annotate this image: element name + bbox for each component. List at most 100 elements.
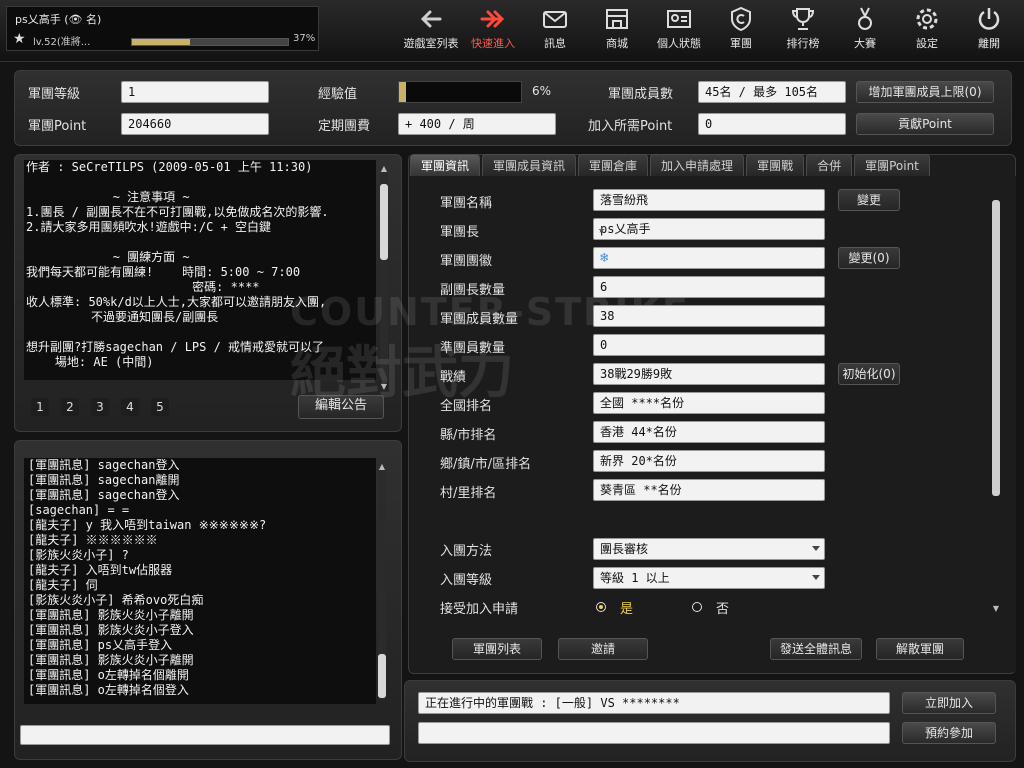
notice-page-3[interactable]: 3 xyxy=(91,398,109,416)
tab-join-requests[interactable]: 加入申請處理 xyxy=(650,154,745,176)
village-rank-field: 葵青區 **名份 xyxy=(593,479,825,501)
notice-line: ~ 注意事項 ~ xyxy=(26,190,190,204)
nav-exit[interactable]: 離開 xyxy=(958,0,1020,62)
chat-line: [sagechan] = = xyxy=(28,503,130,517)
clan-level-label: 軍團等級 xyxy=(28,87,81,102)
clan-leader-name: ps乂高手 xyxy=(600,222,651,236)
chat-log: [軍團訊息] sagechan登入 [軍團訊息] sagechan離開 [軍團訊息]… xyxy=(24,458,376,704)
accept-no-radio[interactable] xyxy=(692,602,702,612)
snowflake-icon: ❄ xyxy=(600,250,609,266)
vice-leader-count-label: 副團長數量 xyxy=(440,283,506,298)
join-method-select[interactable]: 團長審核 xyxy=(593,538,825,560)
join-level-label: 入團等級 xyxy=(440,573,493,588)
national-rank-field: 全國 ****名份 xyxy=(593,392,825,414)
disband-clan-button[interactable]: 解散軍團 xyxy=(876,638,964,660)
player-name: ps乂高手 (👁 名) xyxy=(15,13,102,26)
nav-tournament[interactable]: 大賽 xyxy=(834,0,896,62)
nav-label: 商城 xyxy=(606,37,628,50)
notice-page-5[interactable]: 5 xyxy=(151,398,169,416)
clan-exp-label: 經驗值 xyxy=(318,87,358,102)
mail-icon xyxy=(541,5,569,33)
reset-record-button[interactable]: 初始化(0) xyxy=(838,363,900,385)
nav-room-list[interactable]: 遊戲室列表 xyxy=(400,0,462,62)
player-level: lv.52(准將... xyxy=(33,37,91,48)
tab-clan-point[interactable]: 軍團Point xyxy=(854,154,930,176)
increase-member-limit-button[interactable]: 增加軍團成員上限(0) xyxy=(856,81,994,103)
contribute-point-button[interactable]: 貢獻Point xyxy=(856,113,994,135)
notice-line: 1.團長 / 副團長不在不可打團戰,以免做成名次的影響. xyxy=(26,205,329,219)
chat-input[interactable] xyxy=(20,725,390,745)
chat-line: [影族火炎小子] ? xyxy=(28,548,129,562)
notice-line: 2.請大家多用團頻吹水!遊戲中:/C + 空白鍵 xyxy=(26,220,272,234)
player-xp-percent: 37% xyxy=(293,33,316,44)
chevron-down-icon xyxy=(812,546,820,551)
tab-member-info[interactable]: 軍團成員資訊 xyxy=(482,154,577,176)
info-scroll-thumb[interactable] xyxy=(992,200,1000,496)
trainee-count-field: 0 xyxy=(593,334,825,356)
tab-merge[interactable]: 合併 xyxy=(806,154,853,176)
tab-clan-war[interactable]: 軍團戰 xyxy=(746,154,805,176)
nav-settings[interactable]: 設定 xyxy=(896,0,958,62)
district-rank-field: 新界 20*名份 xyxy=(593,450,825,472)
chat-scrollbar[interactable] xyxy=(378,470,386,700)
reserve-join-button[interactable]: 預約參加 xyxy=(902,722,996,744)
accept-no-label: 否 xyxy=(716,602,730,617)
tab-clan-storage[interactable]: 軍團倉庫 xyxy=(578,154,649,176)
clan-point-field: 204660 xyxy=(121,113,269,135)
notice-page-4[interactable]: 4 xyxy=(121,398,139,416)
info-scrollbar[interactable] xyxy=(992,200,1000,496)
clan-tabs: 軍團資訊 軍團成員資訊 軍團倉庫 加入申請處理 軍團戰 合併 軍團Point xyxy=(410,154,932,176)
clan-exp-bar xyxy=(398,81,522,103)
scroll-down-icon[interactable]: ▼ xyxy=(991,604,1001,613)
chevron-down-icon xyxy=(812,575,820,580)
chat-line: [軍團訊息] o左轉掉名個登入 xyxy=(28,683,189,697)
double-arrow-right-icon xyxy=(479,5,507,33)
record-label: 戰績 xyxy=(440,370,467,385)
invite-button[interactable]: 邀請 xyxy=(558,638,648,660)
notice-scroll-thumb[interactable] xyxy=(380,184,388,260)
nav-label: 排行榜 xyxy=(786,37,820,50)
change-name-button[interactable]: 變更 xyxy=(838,189,900,211)
notice-page-1[interactable]: 1 xyxy=(31,398,49,416)
clan-emblem-field: ❄ xyxy=(593,247,825,269)
nav-ranking[interactable]: 排行榜 xyxy=(772,0,834,62)
accept-yes-radio[interactable] xyxy=(596,602,606,612)
clan-emblem-label: 軍團團徽 xyxy=(440,254,493,269)
nav-shop[interactable]: 商城 xyxy=(586,0,648,62)
clan-point-label: 軍團Point xyxy=(28,119,87,134)
nav-profile[interactable]: 個人狀態 xyxy=(648,0,710,62)
change-emblem-button[interactable]: 變更(0) xyxy=(838,247,900,269)
chat-scroll-thumb[interactable] xyxy=(378,654,386,698)
notice-line xyxy=(24,235,376,250)
tab-clan-info[interactable]: 軍團資訊 xyxy=(410,154,481,176)
nav-label: 軍團 xyxy=(730,37,752,50)
id-card-icon xyxy=(665,5,693,33)
chat-line: [軍團訊息] sagechan登入 xyxy=(28,488,180,502)
join-level-value: 等級 1 以上 xyxy=(600,571,670,585)
clan-leader-label: 軍團長 xyxy=(440,225,480,240)
accept-application-label: 接受加入申請 xyxy=(440,602,519,617)
notice-line: 作者 : SeCreTILPS (2009-05-01 上午 11:30) xyxy=(26,160,313,174)
clan-list-button[interactable]: 軍團列表 xyxy=(452,638,542,660)
scroll-up-icon[interactable]: ▲ xyxy=(377,462,387,471)
clan-members-field: 45名 / 最多 105名 xyxy=(698,81,846,103)
notice-page-2[interactable]: 2 xyxy=(61,398,79,416)
shield-icon xyxy=(727,5,755,33)
clan-exp-percent: 6% xyxy=(532,84,552,98)
chat-line: [龍夫子] ※※※※※※ xyxy=(28,533,158,547)
clan-members-label: 軍團成員數 xyxy=(608,87,674,102)
join-level-select[interactable]: 等級 1 以上 xyxy=(593,567,825,589)
nav-clan[interactable]: 軍團 xyxy=(710,0,772,62)
nav-label: 大賽 xyxy=(854,37,876,50)
nav-message[interactable]: 訊息 xyxy=(524,0,586,62)
notice-line: 我們每天都可能有團練! 時間: 5:00 ~ 7:00 xyxy=(26,265,301,279)
vice-leader-count-field: 6 xyxy=(593,276,825,298)
join-now-button[interactable]: 立即加入 xyxy=(902,692,996,714)
chat-line: [軍團訊息] 影族火炎小子離開 xyxy=(28,608,194,622)
broadcast-button[interactable]: 發送全體訊息 xyxy=(770,638,862,660)
chat-line: [軍團訊息] ps乂高手登入 xyxy=(28,638,173,652)
nav-quick-join[interactable]: 快速進入 xyxy=(462,0,524,62)
scroll-up-icon[interactable]: ▲ xyxy=(379,164,389,173)
clan-fee-field: + 400 / 周 xyxy=(398,113,556,135)
clan-level-field: 1 xyxy=(121,81,269,103)
